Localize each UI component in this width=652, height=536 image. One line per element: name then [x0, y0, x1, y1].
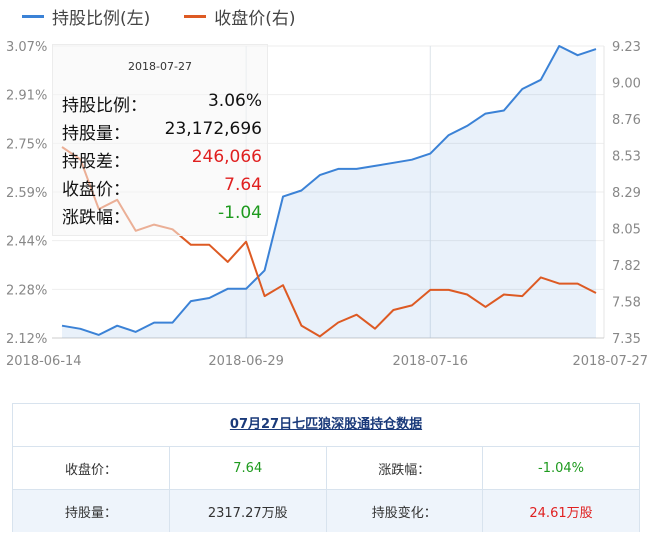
table-cell: 持股变化： [326, 489, 483, 532]
tooltip-label: 收盘价： [62, 180, 130, 200]
legend-item-holding-ratio[interactable]: 持股比例(左) [22, 4, 150, 29]
y-left-tick-label: 2.59% [6, 186, 47, 201]
y-right-tick-label: 7.58 [612, 296, 641, 311]
y-left-tick-label: 2.44% [6, 235, 47, 250]
y-left-tick-label: 2.12% [6, 332, 47, 347]
table-cell: 24.61万股 [482, 489, 639, 532]
chart-legend: 持股比例(左) 收盘价(右) [22, 4, 330, 29]
x-tick-label: 2018-06-29 [208, 354, 284, 369]
tooltip-value: 7.64 [224, 175, 262, 195]
tooltip-row-holding-diff: 持股差： 246,066 [62, 147, 262, 173]
table-cell: 2317.27万股 [169, 489, 327, 532]
tooltip-row-change-pct: 涨跌幅： -1.04 [62, 203, 262, 229]
table-cell: -1.04% [482, 447, 639, 490]
tooltip-label: 涨跌幅： [62, 208, 130, 228]
holding-data-table: 07月27日七匹狼深股通持仓数据 收盘价： 7.64 涨跌幅： -1.04% 持… [12, 403, 640, 532]
legend-swatch-holding-ratio [22, 14, 44, 18]
table-row: 持股量： 2317.27万股 持股变化： 24.61万股 [13, 489, 639, 532]
y-right-tick-label: 8.76 [612, 113, 641, 128]
tooltip-label: 持股比例： [62, 96, 147, 116]
table-cell: 7.64 [169, 447, 327, 490]
legend-label-holding-ratio: 持股比例(左) [52, 8, 151, 29]
table-cell: 持股量： [13, 489, 170, 532]
table-row: 收盘价： 7.64 涨跌幅： -1.04% [13, 447, 639, 490]
y-right-tick-label: 8.29 [612, 186, 641, 201]
legend-item-close-price[interactable]: 收盘价(右) [184, 4, 296, 29]
table-cell: 涨跌幅： [326, 447, 483, 490]
y-right-tick-label: 7.35 [612, 332, 641, 347]
y-left-tick-label: 2.91% [6, 89, 47, 104]
y-right-tick-label: 9.00 [612, 77, 641, 92]
x-tick-label: 2018-06-14 [6, 354, 82, 369]
y-left-tick-label: 2.75% [6, 137, 47, 152]
y-left-tick-label: 2.28% [6, 283, 47, 298]
y-right-tick-label: 9.23 [612, 40, 641, 55]
tooltip-value: 23,172,696 [164, 119, 262, 139]
x-tick-label: 2018-07-27 [572, 354, 648, 369]
tooltip-label: 持股量： [62, 124, 130, 144]
chart-tooltip: 2018-07-27 持股比例： 3.06% 持股量： 23,172,696 持… [52, 44, 268, 236]
tooltip-row-holding-volume: 持股量： 23,172,696 [62, 119, 262, 145]
y-right-tick-label: 8.05 [612, 223, 641, 238]
table-cell: 收盘价： [13, 447, 170, 490]
tooltip-row-holding-ratio: 持股比例： 3.06% [62, 91, 262, 117]
tooltip-label: 持股差： [62, 152, 130, 172]
tooltip-value: -1.04 [218, 203, 262, 223]
tooltip-date: 2018-07-27 [128, 60, 192, 73]
legend-swatch-close-price [184, 14, 207, 18]
tooltip-value: 3.06% [207, 91, 262, 111]
y-left-tick-label: 3.07% [6, 40, 47, 55]
table-title-link[interactable]: 07月27日七匹狼深股通持仓数据 [13, 404, 639, 447]
legend-label-close-price: 收盘价(右) [214, 8, 296, 29]
tooltip-row-close-price: 收盘价： 7.64 [62, 175, 262, 201]
y-right-tick-label: 7.82 [612, 259, 641, 274]
x-tick-label: 2018-07-16 [392, 354, 468, 369]
y-right-tick-label: 8.53 [612, 150, 641, 165]
tooltip-value: 246,066 [191, 147, 262, 167]
